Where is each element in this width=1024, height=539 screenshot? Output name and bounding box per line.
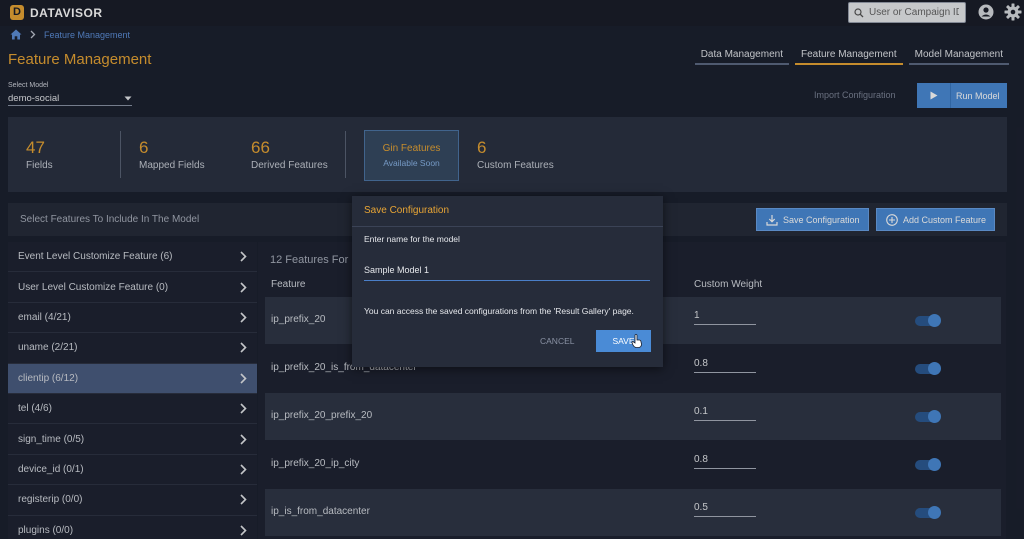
- dialog-title: Save Configuration: [364, 205, 450, 216]
- save-configuration-dialog: Save Configuration Enter name for the mo…: [352, 196, 663, 367]
- cancel-button[interactable]: CANCEL: [540, 336, 574, 346]
- model-name-input[interactable]: [364, 263, 650, 281]
- model-name-label: Enter name for the model: [364, 234, 460, 244]
- hand-cursor-icon: [631, 334, 642, 348]
- dialog-divider: [352, 226, 663, 227]
- dialog-note: You can access the saved configurations …: [364, 306, 634, 316]
